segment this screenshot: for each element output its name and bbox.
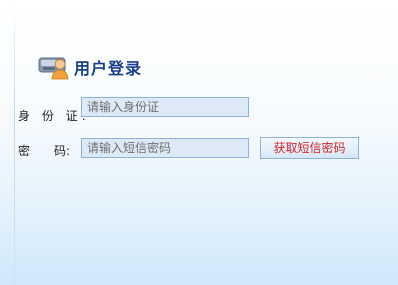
id-card-label: 身 份 证:: [18, 109, 90, 123]
password-label-first: 密: [18, 144, 31, 158]
get-sms-code-button[interactable]: 获取短信密码: [260, 137, 359, 159]
id-card-input[interactable]: [81, 97, 249, 117]
sms-code-input[interactable]: [81, 138, 249, 158]
user-login-icon: [38, 52, 72, 80]
password-label-second: 码:: [54, 144, 71, 158]
left-divider: [14, 0, 15, 285]
page-title: 用户登录: [74, 59, 143, 78]
